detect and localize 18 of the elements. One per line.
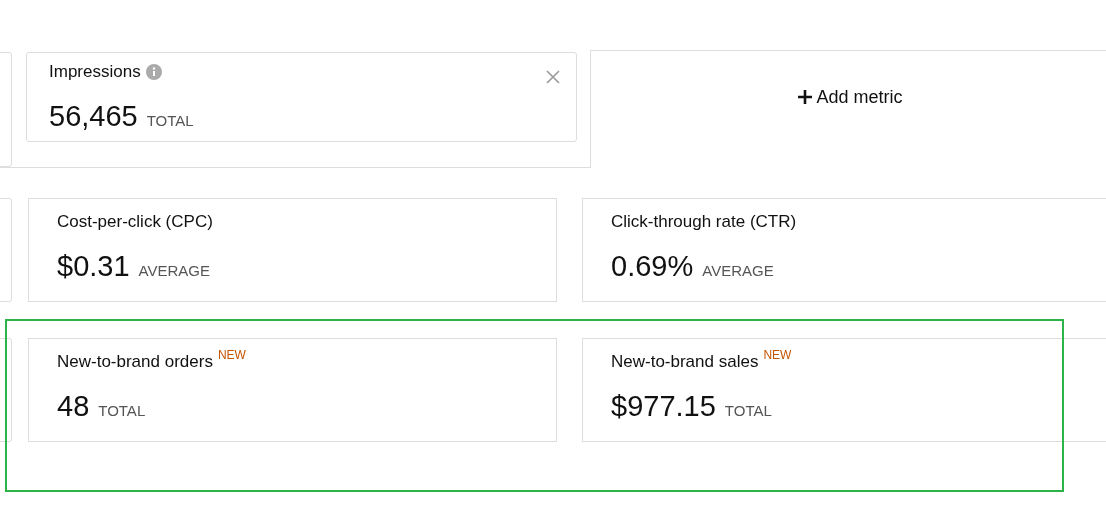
metric-value: $977.15	[611, 388, 716, 424]
metric-unit: AVERAGE	[702, 260, 774, 281]
add-metric-button[interactable]: Add metric	[798, 85, 903, 109]
metric-unit: TOTAL	[724, 400, 772, 421]
metric-value: 56,465	[49, 98, 138, 134]
metric-value: 48	[57, 388, 90, 424]
metric-unit: AVERAGE	[138, 260, 210, 281]
close-icon	[546, 69, 560, 84]
metric-label: Cost-per-click (CPC)	[57, 211, 213, 233]
plus-icon	[798, 90, 813, 104]
metric-label: Click-through rate (CTR)	[611, 211, 797, 233]
metric-value: $0.31	[57, 248, 130, 284]
metric-label: New-to-brand orders $^{NEW}$	[57, 349, 246, 373]
metric-label: New-to-brand sales $^{NEW}$	[611, 349, 792, 373]
metric-value: 0.69%	[611, 248, 694, 284]
metric-label: Impressions	[49, 59, 162, 85]
metric-unit: TOTAL	[98, 400, 146, 421]
metric-unit: TOTAL	[146, 110, 194, 131]
